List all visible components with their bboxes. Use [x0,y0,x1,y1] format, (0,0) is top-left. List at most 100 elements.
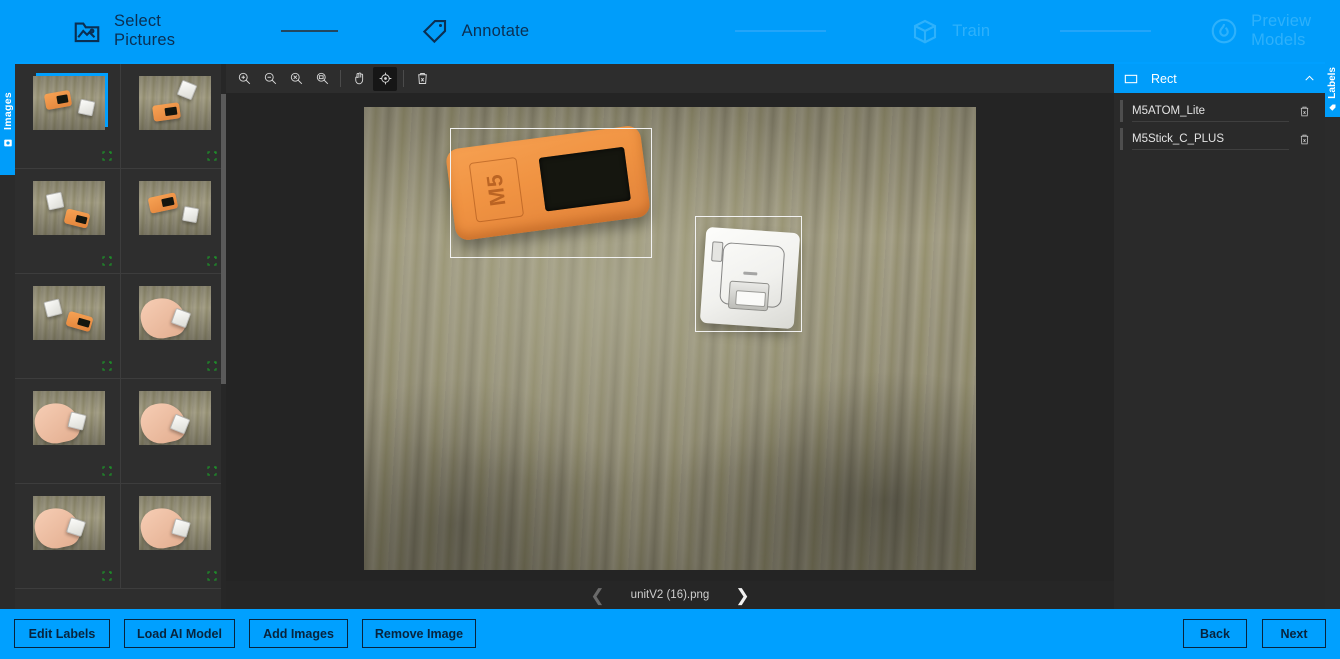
image-icon [3,135,13,147]
annotated-marker-icon [101,149,113,161]
thumbnail-item[interactable] [120,379,226,484]
labels-side-tab[interactable]: Labels [1325,62,1340,117]
thumbnail-device-screen [77,317,91,328]
target-icon[interactable] [373,66,397,91]
folder-image-icon [72,16,102,46]
back-button[interactable]: Back [1183,619,1247,648]
thumbnail-device-screen [56,94,69,105]
thumbnail-orange-device [65,310,94,333]
tag-icon [420,16,450,46]
image-navigation-bar: ❮ unitV2 (16).png ❯ [226,581,1114,609]
wizard-header: Select Pictures Annotate Train Preview M… [0,0,1340,62]
bounding-box[interactable] [450,128,652,258]
thumbnail-image [138,496,211,550]
load-ai-model-button[interactable]: Load AI Model [124,619,235,648]
annotated-marker-icon [206,569,218,581]
thumbnail-orange-device [63,208,91,229]
thumbnail-white-device [45,191,65,211]
trash-icon[interactable] [1289,105,1319,118]
add-images-button[interactable]: Add Images [249,619,348,648]
photo-area[interactable] [226,93,1114,611]
zoom-reset-icon[interactable] [284,67,308,91]
zoom-out-icon[interactable] [258,67,282,91]
thumbnail-white-device [181,205,199,224]
thumbnail-item[interactable] [120,274,226,379]
label-name: M5Stick_C_PLUS [1132,128,1289,150]
remove-image-button[interactable]: Remove Image [362,619,476,648]
annotated-marker-icon [101,464,113,476]
wizard-step-label: Select Pictures [114,12,176,49]
box-3d-icon [910,16,940,46]
annotated-marker-icon [101,254,113,266]
thumbnail-image [33,391,105,445]
wizard-step-annotate[interactable]: Annotate [420,0,530,62]
zoom-in-icon[interactable] [232,67,256,91]
thumbnail-image [138,286,211,340]
annotated-marker-icon [206,464,218,476]
bottom-action-bar: Edit Labels Load AI Model Add Images Remove… [0,609,1340,659]
label-row[interactable]: M5Stick_C_PLUS [1120,125,1319,153]
wizard-step-label: Train [952,21,991,40]
thumbnail-item[interactable] [120,484,226,589]
chevron-left-icon[interactable]: ❮ [590,587,604,604]
thumbnail-orange-device [147,192,178,214]
thumbnail-device-screen [164,106,178,117]
thumbnail-item[interactable] [15,274,121,379]
thumbnail-image [33,181,105,235]
thumbnail-item[interactable] [15,379,121,484]
thumbnail-white-device [77,98,96,117]
labels-tab-label: Labels [1327,67,1338,99]
wizard-step-select-pictures[interactable]: Select Pictures [72,0,198,62]
thumbnail-item[interactable] [120,169,226,274]
thumbnail-white-device [176,79,197,101]
pan-hand-icon[interactable] [347,67,371,91]
next-button[interactable]: Next [1262,619,1326,648]
thumbnail-item[interactable] [120,64,226,169]
delete-icon[interactable] [410,67,434,91]
thumbnail-panel[interactable] [15,62,226,609]
trash-icon[interactable] [1289,133,1319,146]
thumbnail-device-screen [74,214,88,225]
thumbnail-item[interactable] [15,169,121,274]
thumbnail-device-screen [160,196,175,208]
thumbnail-grid [15,64,226,589]
thumbnail-image [138,181,211,235]
labels-panel: Rect M5ATOM_Lite M5Stick_C_PLUS [1114,62,1325,609]
flame-circle-icon [1209,16,1239,46]
edit-labels-button[interactable]: Edit Labels [14,619,110,648]
label-accent-bar [1120,100,1123,122]
current-image-filename: unitV2 (16).png [630,589,710,601]
toolbar-divider-1 [340,70,341,87]
annotated-marker-icon [101,569,113,581]
thumbnail-image [33,496,105,550]
label-row[interactable]: M5ATOM_Lite [1120,97,1319,125]
annotated-image[interactable] [364,107,976,570]
bounding-box[interactable] [695,216,802,332]
annotated-marker-icon [206,149,218,161]
labels-list: M5ATOM_Lite M5Stick_C_PLUS [1114,97,1319,153]
images-side-tab[interactable]: Images [0,62,15,175]
wizard-connector-3 [1060,30,1152,32]
canvas-toolbar [226,64,1114,93]
wizard-step-train[interactable]: Train [910,0,990,62]
rectangle-icon [1123,71,1139,87]
chevron-right-icon[interactable]: ❯ [735,587,749,604]
thumbnail-white-device [67,411,87,431]
labels-panel-title: Rect [1151,71,1177,86]
annotated-marker-icon [101,359,113,371]
chevron-up-icon[interactable] [1303,72,1316,85]
label-accent-bar [1120,128,1123,150]
images-tab-label: Images [1,92,14,130]
wizard-connector-1 [280,30,338,32]
labels-panel-header[interactable]: Rect [1114,64,1325,93]
label-name: M5ATOM_Lite [1132,100,1289,122]
wizard-step-preview-models[interactable]: Preview Models [1209,0,1340,62]
canvas-area: ❮ unitV2 (16).png ❯ [226,62,1114,609]
thumbnail-image [138,391,211,445]
toolbar-divider-2 [403,70,404,87]
thumbnail-item[interactable] [15,484,121,589]
zoom-fit-icon[interactable] [310,67,334,91]
thumbnail-item[interactable] [15,64,121,169]
thumbnail-white-device [43,298,63,318]
annotated-marker-icon [206,254,218,266]
